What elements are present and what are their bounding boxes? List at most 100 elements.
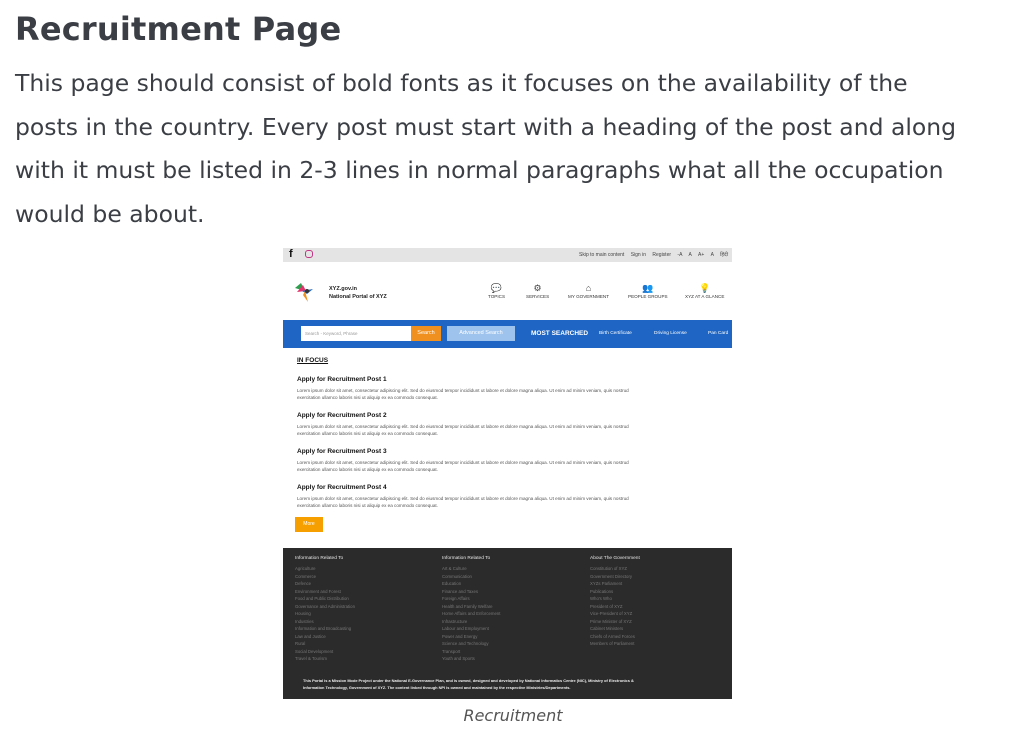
footer-link[interactable]: Health and Family Welfare: [442, 603, 500, 611]
footer-link[interactable]: Communication: [442, 573, 500, 581]
nav-people-groups[interactable]: 👥 PEOPLE GROUPS: [628, 282, 668, 299]
people-icon: 👥: [642, 283, 654, 293]
post-description: Lorem ipsum dolor sit amet, consectetur …: [297, 388, 727, 401]
site-header: XYZ.gov.in National Portal of XYZ 💬 TOPI…: [283, 262, 732, 320]
footer-link[interactable]: Governance and Administration: [295, 603, 355, 611]
footer-link[interactable]: Rural: [295, 640, 355, 648]
footer-column-heading: Information Related To: [442, 556, 491, 561]
site-name[interactable]: XYZ.gov.in National Portal of XYZ: [329, 285, 387, 301]
footer-link[interactable]: Environment and Forest: [295, 588, 355, 596]
footer-link[interactable]: Travel & Tourism: [295, 655, 355, 663]
driving-license-link[interactable]: Driving License: [654, 331, 687, 336]
facebook-icon[interactable]: f: [289, 248, 293, 260]
footer-link[interactable]: Vice-President of XYZ: [590, 610, 640, 618]
footer-link[interactable]: Youth and Sports: [442, 655, 500, 663]
footer-link[interactable]: Constitution of XYZ: [590, 565, 640, 573]
nav-my-government[interactable]: ⌂ MY GOVERNMENT: [568, 282, 609, 299]
footer-link[interactable]: Art & Culture: [442, 565, 500, 573]
font-decrease-link[interactable]: -A: [677, 252, 682, 258]
footer-link[interactable]: Defence: [295, 580, 355, 588]
more-button[interactable]: More: [295, 517, 323, 532]
nav-topics[interactable]: 💬 TOPICS: [488, 282, 505, 299]
birth-certificate-link[interactable]: Birth Certificate: [599, 331, 632, 336]
post-line: Lorem ipsum dolor sit amet, consectetur …: [297, 460, 629, 465]
in-focus-heading: IN FOCUS: [297, 357, 329, 364]
post-heading[interactable]: Apply for Recruitment Post 3: [297, 448, 387, 455]
nav-label: MY GOVERNMENT: [568, 294, 610, 299]
advanced-search-button[interactable]: Advanced Search: [447, 326, 515, 341]
footer-link[interactable]: Information and Broadcasting: [295, 625, 355, 633]
register-link[interactable]: Register: [652, 252, 671, 258]
footer-link[interactable]: Publications: [590, 588, 640, 596]
footer-note: This Portal is a Mission Mode Project un…: [303, 678, 713, 691]
post-line: exercitation ullamco laboris nisi ut ali…: [297, 502, 438, 508]
footer-link[interactable]: Education: [442, 580, 500, 588]
footer-link[interactable]: Who's Who: [590, 595, 640, 603]
footer-link[interactable]: Infrastructure: [442, 618, 500, 626]
footer-link[interactable]: Government Directory: [590, 573, 640, 581]
font-increase-link[interactable]: A+: [698, 252, 704, 258]
portal-name: National Portal of XYZ: [329, 294, 387, 300]
footer-link[interactable]: Prime Minister of XYZ: [590, 618, 640, 626]
footer-link[interactable]: Industries: [295, 618, 355, 626]
nav-at-a-glance[interactable]: 💡 XYZ AT A GLANCE: [685, 282, 724, 299]
footer-link[interactable]: Cabinet Ministers: [590, 625, 640, 633]
top-utility-bar: f Skip to main content Sign in Register …: [283, 248, 732, 262]
most-searched-label: MOST SEARCHED: [531, 330, 589, 337]
lightbulb-icon: 💡: [699, 283, 711, 293]
sign-in-link[interactable]: Sign in: [631, 252, 646, 258]
post-line: exercitation ullamco laboris nisi ut ali…: [297, 430, 438, 436]
footer-link[interactable]: Chiefs of Armed Forces: [590, 633, 640, 641]
footer-link[interactable]: Finance and Taxes: [442, 588, 500, 596]
post-description: Lorem ipsum dolor sit amet, consectetur …: [297, 460, 727, 473]
home-icon: ⌂: [585, 283, 592, 293]
footer-link[interactable]: Law and Justice: [295, 633, 355, 641]
nav-services[interactable]: ⚙ SERVICES: [526, 282, 549, 299]
footer-column-heading: Information Related To: [295, 556, 344, 561]
footer-link[interactable]: Agriculture: [295, 565, 355, 573]
footer-note-line: This Portal is a Mission Mode Project un…: [303, 678, 634, 683]
instagram-icon[interactable]: [305, 250, 313, 258]
footer-link[interactable]: Power and Energy: [442, 633, 500, 641]
footer-note-line: Information Technology, Government of XY…: [303, 684, 571, 690]
footer-link[interactable]: Members of Parliament: [590, 640, 640, 648]
footer-link[interactable]: Labour and Employment: [442, 625, 500, 633]
post-line: exercitation ullamco laboris nisi ut ali…: [297, 466, 438, 472]
description-paragraph: This page should consist of bold fonts a…: [15, 62, 1015, 236]
nav-label: TOPICS: [488, 294, 506, 299]
recruitment-mockup-image: f Skip to main content Sign in Register …: [283, 248, 732, 699]
footer-link[interactable]: Science and Technology: [442, 640, 500, 648]
site-footer: Information Related To Agriculture Comme…: [283, 548, 732, 699]
search-input[interactable]: Search - Keyword, Phrase: [301, 326, 411, 341]
post-line: Lorem ipsum dolor sit amet, consectetur …: [297, 388, 629, 393]
chat-icon: 💬: [490, 283, 503, 293]
post-heading[interactable]: Apply for Recruitment Post 1: [297, 376, 387, 383]
search-button[interactable]: Search: [411, 326, 441, 341]
footer-column: About The Government Constitution of XYZ…: [590, 556, 640, 648]
post-line: exercitation ullamco laboris nisi ut ali…: [297, 394, 438, 400]
bird-logo-icon[interactable]: [293, 280, 315, 304]
post-heading[interactable]: Apply for Recruitment Post 4: [297, 484, 387, 491]
footer-link[interactable]: Food and Public Distribution: [295, 595, 355, 603]
pan-card-link[interactable]: Pan Card: [708, 331, 728, 336]
footer-column-heading: About The Government: [590, 556, 640, 561]
services-icon: ⚙: [533, 283, 542, 293]
footer-link[interactable]: Home Affairs and Enforcement: [442, 610, 500, 618]
skip-to-content-link[interactable]: Skip to main content: [579, 252, 624, 258]
footer-link[interactable]: President of XYZ: [590, 603, 640, 611]
footer-link[interactable]: Social Development: [295, 648, 355, 656]
language-link[interactable]: हिंदी: [720, 252, 728, 258]
font-normal-link[interactable]: A: [689, 252, 692, 258]
footer-link[interactable]: Transport: [442, 648, 500, 656]
footer-link[interactable]: Commerce: [295, 573, 355, 581]
footer-link[interactable]: Housing: [295, 610, 355, 618]
post-heading[interactable]: Apply for Recruitment Post 2: [297, 412, 387, 419]
page-title: Recruitment Page: [15, 10, 342, 48]
contrast-link[interactable]: A: [711, 252, 714, 258]
description-line: This page should consist of bold fonts a…: [15, 69, 908, 97]
footer-link[interactable]: Foreign Affairs: [442, 595, 500, 603]
post-line: Lorem ipsum dolor sit amet, consectetur …: [297, 424, 629, 429]
description-line: would be about.: [15, 199, 205, 228]
footer-link[interactable]: XYZs Parliament: [590, 580, 640, 588]
nav-label: XYZ AT A GLANCE: [685, 294, 725, 299]
